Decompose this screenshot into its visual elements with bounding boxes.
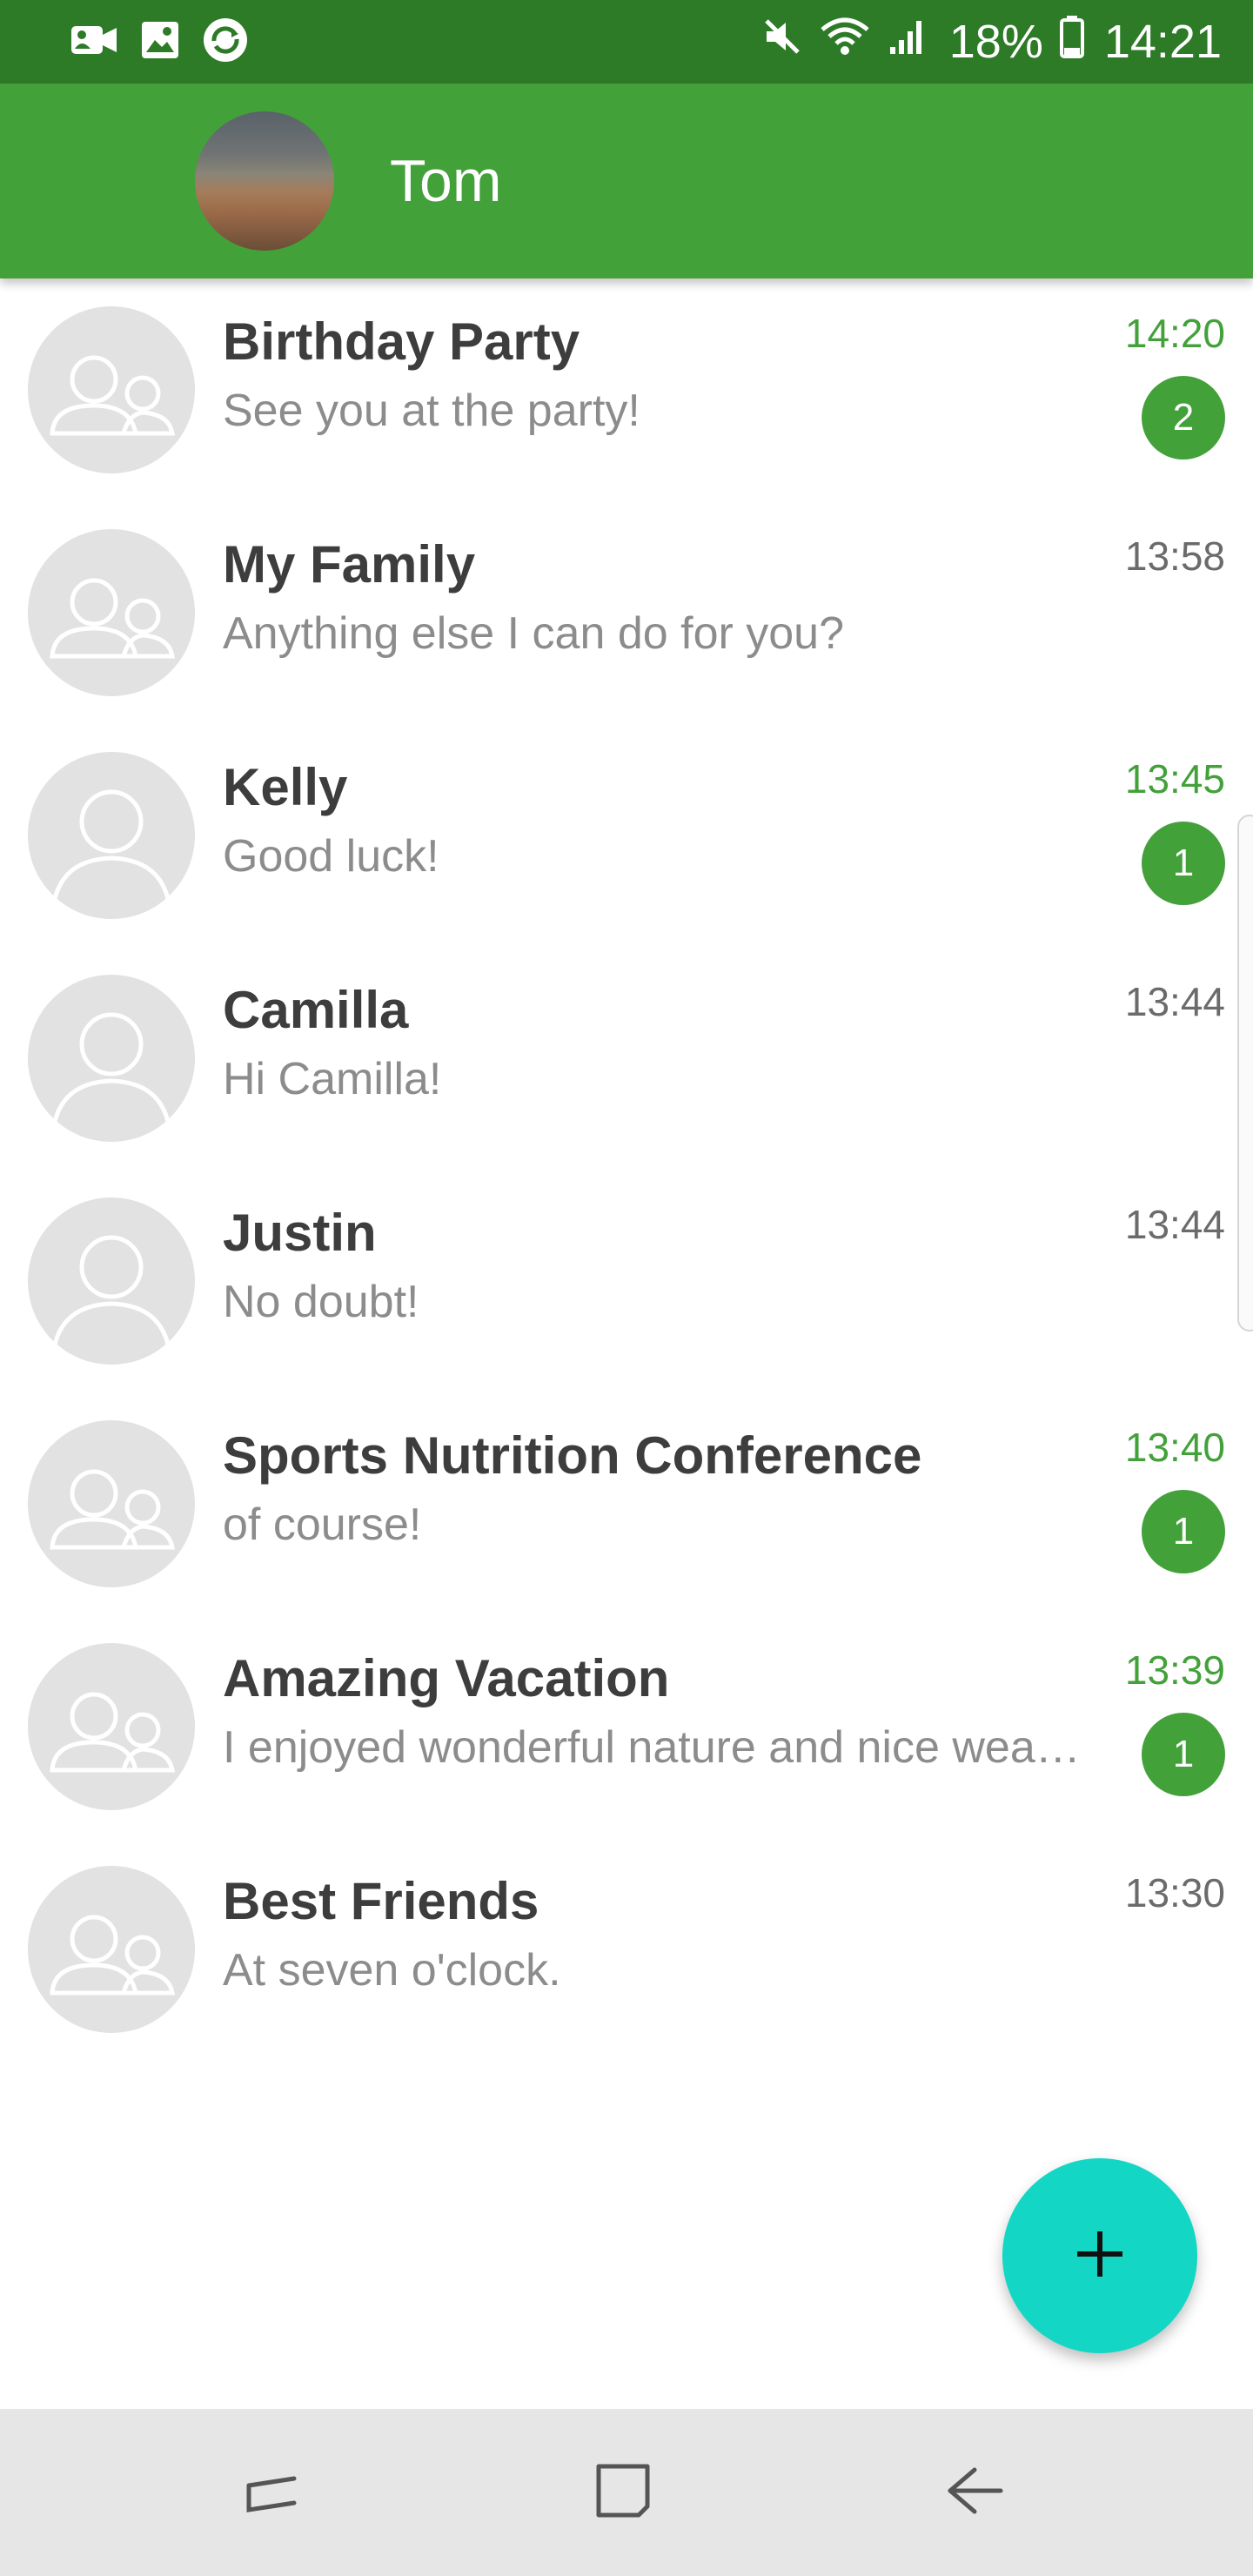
chat-timestamp: 13:39: [1124, 1647, 1225, 1693]
chat-title: My Family: [223, 535, 476, 594]
unread-count-badge: 1: [1142, 822, 1225, 905]
group-avatar-icon: [28, 306, 195, 473]
recent-apps-icon: [237, 2456, 306, 2530]
battery-percent: 18%: [948, 16, 1043, 68]
mute-icon: [761, 15, 803, 69]
chat-title: Best Friends: [223, 1872, 539, 1930]
chat-title: Amazing Vacation: [223, 1649, 670, 1707]
chat-last-message: of course!: [223, 1499, 422, 1550]
chat-last-message: I enjoyed wonderful nature and nice wea…: [223, 1722, 1081, 1773]
chat-title: Kelly: [223, 758, 348, 816]
chat-timestamp: 13:45: [1124, 756, 1225, 802]
chat-last-message: Good luck!: [223, 831, 439, 882]
profile-avatar[interactable]: [195, 111, 334, 251]
status-bar: 18% 14:21: [0, 0, 1253, 84]
plus-icon: [1072, 2226, 1128, 2286]
scrollbar[interactable]: [1237, 815, 1253, 1332]
signal-icon: [887, 15, 928, 69]
chat-list: Birthday Party See you at the party! 14:20…: [0, 278, 1253, 2061]
chat-timestamp: 13:58: [1124, 533, 1225, 579]
person-avatar-icon: [28, 1197, 195, 1365]
status-time: 14:21: [1103, 16, 1222, 68]
home-button[interactable]: [581, 2451, 665, 2534]
person-avatar-icon: [28, 975, 195, 1142]
chat-last-message: See you at the party!: [223, 386, 640, 436]
group-avatar-icon: [28, 1643, 195, 1810]
chat-title: Birthday Party: [223, 312, 580, 371]
unread-count-badge: 2: [1142, 376, 1225, 460]
back-icon: [940, 2456, 1009, 2530]
new-chat-button[interactable]: [1002, 2158, 1197, 2353]
status-notification-icons: [70, 17, 249, 66]
unread-count-badge: 1: [1142, 1490, 1225, 1573]
chat-row[interactable]: Sports Nutrition Conference of course! 13:…: [0, 1392, 1253, 1615]
chat-title: Camilla: [223, 981, 409, 1039]
chat-row[interactable]: Justin No doubt! 13:44: [0, 1170, 1253, 1392]
chat-timestamp: 13:30: [1124, 1870, 1225, 1915]
back-button[interactable]: [933, 2451, 1016, 2534]
group-avatar-icon: [28, 1866, 195, 2033]
chat-timestamp: 14:20: [1124, 311, 1225, 356]
battery-icon: [1059, 15, 1085, 70]
chat-row[interactable]: Camilla Hi Camilla! 13:44: [0, 947, 1253, 1170]
chat-last-message: Hi Camilla!: [223, 1054, 442, 1104]
chat-row[interactable]: Birthday Party See you at the party! 14:20…: [0, 278, 1253, 501]
home-icon: [588, 2456, 658, 2530]
chat-timestamp: 13:44: [1124, 979, 1225, 1024]
person-avatar-icon: [28, 752, 195, 919]
group-avatar-icon: [28, 529, 195, 696]
chat-row[interactable]: My Family Anything else I can do for you?…: [0, 501, 1253, 724]
chat-row[interactable]: Amazing Vacation I enjoyed wonderful natu…: [0, 1615, 1253, 1838]
chat-timestamp: 13:40: [1124, 1425, 1225, 1470]
chat-row[interactable]: Best Friends At seven o'clock. 13:30: [0, 1838, 1253, 2061]
profile-name[interactable]: Tom: [390, 84, 501, 278]
app-bar: Tom: [0, 84, 1253, 278]
sync-icon: [202, 17, 249, 68]
chat-timestamp: 13:44: [1124, 1202, 1225, 1247]
chat-title: Sports Nutrition Conference: [223, 1426, 922, 1485]
wifi-icon: [819, 14, 871, 70]
video-call-icon: [70, 21, 118, 64]
chat-title: Justin: [223, 1204, 377, 1262]
recent-apps-button[interactable]: [230, 2451, 313, 2534]
unread-count-badge: 1: [1142, 1713, 1225, 1796]
group-avatar-icon: [28, 1420, 195, 1587]
chat-last-message: No doubt!: [223, 1277, 419, 1327]
chat-row[interactable]: Kelly Good luck! 13:45 1: [0, 724, 1253, 947]
status-system-indicators: 18% 14:21: [761, 0, 1222, 84]
chat-last-message: At seven o'clock.: [223, 1945, 561, 1996]
chat-last-message: Anything else I can do for you?: [223, 608, 845, 659]
navigation-bar: [0, 2409, 1253, 2576]
gallery-icon: [139, 19, 181, 65]
